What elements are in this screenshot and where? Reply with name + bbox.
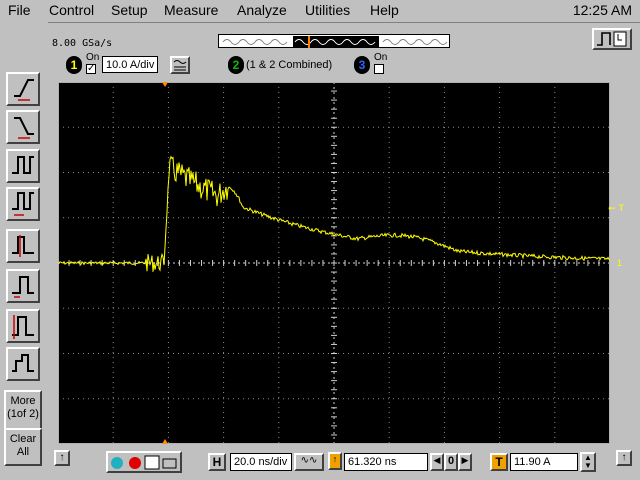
pulse-width-icon bbox=[12, 156, 34, 174]
arrow-up-icon: ↑ bbox=[332, 454, 338, 464]
print-icon bbox=[162, 458, 177, 469]
chevron-right-icon: ▶ bbox=[461, 455, 469, 465]
wave-small-icon: ∿∿ bbox=[300, 455, 318, 466]
quick-tools-group bbox=[106, 451, 182, 473]
channel-2-badge[interactable]: 2 bbox=[228, 56, 244, 74]
menu-bar: File Control Setup Measure Analyze Utili… bbox=[0, 0, 640, 23]
run-mode-icon bbox=[597, 31, 627, 47]
state-icon bbox=[12, 235, 34, 257]
horizontal-position-field[interactable]: 61.320 ns bbox=[344, 453, 428, 471]
edge-rising-trigger-button[interactable] bbox=[6, 72, 40, 106]
run-stop-button[interactable] bbox=[592, 28, 632, 50]
channel-1-on-label: On bbox=[86, 52, 100, 63]
arrow-up-icon: ↑ bbox=[59, 452, 65, 463]
menu-setup[interactable]: Setup bbox=[111, 2, 148, 18]
menu-utilities[interactable]: Utilities bbox=[305, 2, 350, 18]
trigger-level-marker: ← T bbox=[608, 204, 624, 214]
channel-3-checkbox[interactable] bbox=[374, 64, 384, 74]
rising-edge-icon bbox=[14, 79, 34, 101]
waveform-graticule bbox=[57, 81, 611, 445]
scroll-up-button-right[interactable]: ↑ bbox=[616, 450, 632, 466]
edge-falling-trigger-button[interactable] bbox=[6, 110, 40, 144]
timebase-field[interactable]: 20.0 ns/div bbox=[230, 453, 292, 471]
channel-1-coupling-button[interactable] bbox=[170, 56, 190, 74]
trigger-level-spinner[interactable]: ▲ ▼ bbox=[580, 452, 596, 472]
quick-tools-icons bbox=[111, 455, 177, 470]
falling-edge-icon bbox=[14, 117, 34, 139]
record-icon bbox=[129, 457, 141, 469]
scroll-up-button[interactable]: ↑ bbox=[54, 450, 70, 466]
clock: 12:25 AM bbox=[572, 2, 632, 18]
snapshot-icon bbox=[144, 455, 160, 470]
delay-trigger-button[interactable] bbox=[6, 269, 40, 303]
clear-all-button[interactable]: Clear All bbox=[4, 428, 42, 466]
autoscale-icon bbox=[111, 457, 123, 469]
tv-trigger-icon bbox=[12, 354, 34, 372]
channel-1-checkbox[interactable]: ✓ bbox=[86, 64, 96, 74]
tv-trigger-button[interactable] bbox=[6, 347, 40, 381]
nav-left-button[interactable]: ◀ bbox=[430, 453, 444, 471]
timebase-adjust[interactable]: ∿∿ bbox=[294, 453, 324, 471]
menu-control[interactable]: Control bbox=[49, 2, 94, 18]
nav-center-button[interactable]: 0 bbox=[444, 453, 458, 471]
channel-3-on-label: On bbox=[374, 52, 388, 63]
waveform-overview-icon bbox=[222, 36, 448, 48]
status-area: 8.00 GSa/s 1 On ✓ 10.0 A/div 2 (1 & 2 Co… bbox=[48, 22, 640, 80]
state-trigger-button[interactable] bbox=[6, 229, 40, 263]
pattern-trigger-button[interactable] bbox=[6, 187, 40, 221]
pattern-icon bbox=[12, 192, 34, 216]
ac-coupling-icon bbox=[173, 60, 187, 71]
glitch-trigger-button[interactable] bbox=[6, 149, 40, 183]
arrow-up-icon: ↑ bbox=[621, 452, 627, 463]
bottom-controls: ↑ H 20.0 ns/div ∿∿ ↑ 61.320 ns ◀ 0 ▶ T 1… bbox=[48, 448, 640, 480]
delay-icon bbox=[12, 276, 34, 298]
channel-1-ground-marker: 1 bbox=[616, 258, 622, 268]
channel-3-badge[interactable]: 3 bbox=[354, 56, 370, 74]
trigger-button[interactable]: T bbox=[490, 453, 508, 471]
menu-help[interactable]: Help bbox=[370, 2, 399, 18]
trigger-mode-panel: More (1of 2) Clear All bbox=[0, 22, 48, 480]
chevron-left-icon: ◀ bbox=[433, 455, 441, 465]
channel-1-scale[interactable]: 10.0 A/div bbox=[102, 56, 158, 73]
sample-rate: 8.00 GSa/s bbox=[52, 38, 113, 49]
timeout-trigger-button[interactable] bbox=[6, 309, 40, 343]
channel-2-description: (1 & 2 Combined) bbox=[246, 59, 333, 71]
spinner-arrows-icon: ▲ ▼ bbox=[584, 453, 592, 470]
waveform-overview-bar[interactable] bbox=[218, 34, 450, 48]
menu-file[interactable]: File bbox=[8, 2, 31, 18]
delay-marker-button[interactable]: ↑ bbox=[328, 452, 342, 470]
menu-measure[interactable]: Measure bbox=[164, 2, 218, 18]
trigger-level-field[interactable]: 11.90 A bbox=[510, 453, 578, 471]
timeout-icon bbox=[12, 315, 34, 339]
channel-1-badge[interactable]: 1 bbox=[66, 56, 82, 74]
horizontal-button[interactable]: H bbox=[208, 453, 226, 471]
nav-right-button[interactable]: ▶ bbox=[458, 453, 472, 471]
menu-analyze[interactable]: Analyze bbox=[237, 2, 287, 18]
waveform-display[interactable]: ← T 1 bbox=[57, 81, 624, 445]
